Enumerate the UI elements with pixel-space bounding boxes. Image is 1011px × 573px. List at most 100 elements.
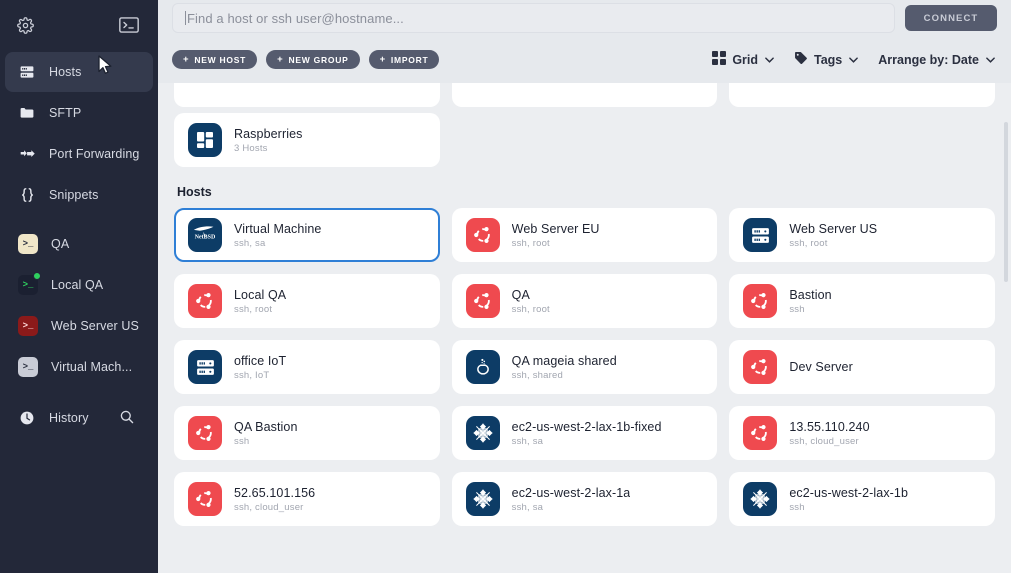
host-card[interactable]: Dev Server (729, 340, 995, 394)
card-subtitle: ssh (789, 502, 908, 513)
terminal-icon: >_ (18, 357, 38, 377)
sidebar-session-local-qa[interactable]: >_ Local QA (5, 265, 153, 305)
new-host-label: NEW HOST (194, 55, 246, 65)
groups-grid: Raspberries 3 Hosts (174, 113, 995, 167)
import-button[interactable]: + IMPORT (369, 50, 440, 69)
settings-gear-icon[interactable] (14, 14, 36, 36)
terminal-icon: >_ (18, 275, 38, 295)
host-card[interactable]: NetBSD Virtual Machinessh, sa (174, 208, 440, 262)
view-mode-dropdown[interactable]: Grid (712, 51, 774, 68)
sidebar-item-sftp[interactable]: SFTP (5, 93, 153, 133)
server-icon (743, 218, 777, 252)
search-bar-row: Find a host or ssh user@hostname... CONN… (158, 0, 1011, 36)
card-title: Virtual Machine (234, 222, 321, 236)
host-card[interactable]: Local QAssh, root (174, 274, 440, 328)
card-subtitle: 3 Hosts (234, 143, 303, 154)
online-status-dot (33, 272, 41, 280)
search-icon[interactable] (119, 409, 135, 428)
sidebar-item-label: Port Forwarding (49, 147, 139, 161)
app-window: Hosts SFTP Port Forward (0, 0, 1011, 573)
sidebar-item-port-forwarding[interactable]: Port Forwarding (5, 134, 153, 174)
sidebar-session-qa[interactable]: >_ QA (5, 224, 153, 264)
card-subtitle: ssh, cloud_user (789, 436, 869, 447)
host-card[interactable]: QAssh, root (452, 274, 718, 328)
connect-button[interactable]: CONNECT (905, 5, 997, 31)
sidebar-session-virtual-machine[interactable]: >_ Virtual Mach... (5, 347, 153, 387)
card-subtitle: ssh, sa (512, 502, 631, 513)
new-host-button[interactable]: + NEW HOST (172, 50, 257, 69)
host-card[interactable]: ec2-us-west-2-lax-1assh, sa (452, 472, 718, 526)
ubuntu-icon (743, 416, 777, 450)
card-subtitle: ssh, sa (512, 436, 662, 447)
sidebar-item-snippets[interactable]: Snippets (5, 175, 153, 215)
vertical-scrollbar[interactable] (1004, 122, 1008, 282)
chevron-down-icon (765, 55, 774, 65)
chevron-down-icon (986, 55, 995, 65)
sidebar-session-web-server-us[interactable]: >_ Web Server US (5, 306, 153, 346)
card-title: ec2-us-west-2-lax-1b (789, 486, 908, 500)
host-card[interactable]: Web Server US ssh, root (729, 208, 995, 262)
card-title: Raspberries (234, 127, 303, 141)
raspberry-group-icon (188, 123, 222, 157)
card-text: Virtual Machinessh, sa (234, 222, 321, 249)
host-card[interactable]: ec2-us-west-2-lax-1b-fixed ssh, sa (452, 406, 718, 460)
arrange-by-dropdown[interactable]: Arrange by: Date (878, 53, 995, 67)
host-card[interactable]: 52.65.101.156ssh, cloud_user (174, 472, 440, 526)
clock-icon (18, 409, 36, 427)
sidebar-sessions: >_ QA >_ Local QA >_ Web Server US >_ Vi… (0, 224, 158, 388)
ubuntu-icon (743, 350, 777, 384)
host-card[interactable]: Web Server EUssh, root (452, 208, 718, 262)
group-card[interactable] (729, 83, 995, 107)
ubuntu-icon (743, 284, 777, 318)
new-group-label: NEW GROUP (288, 55, 348, 65)
host-card[interactable]: office IoTssh, IoT (174, 340, 440, 394)
card-text: Raspberries 3 Hosts (234, 127, 303, 154)
host-card[interactable]: QA Bastionssh (174, 406, 440, 460)
card-text: 13.55.110.240 ssh, cloud_user (789, 420, 869, 447)
terminal-icon: >_ (18, 234, 38, 254)
sidebar-item-hosts[interactable]: Hosts (5, 52, 153, 92)
card-text: Local QAssh, root (234, 288, 286, 315)
card-subtitle: ssh (789, 304, 831, 315)
toolbar: + NEW HOST + NEW GROUP + IMPORT (158, 36, 1011, 83)
groups-grid-partial (174, 83, 995, 107)
host-card[interactable]: ec2-us-west-2-lax-1b ssh (729, 472, 995, 526)
sidebar-session-label: Local QA (51, 278, 103, 292)
braces-icon (18, 186, 36, 204)
host-card[interactable]: Bastion ssh (729, 274, 995, 328)
search-input[interactable]: Find a host or ssh user@hostname... (172, 3, 895, 33)
card-text: 52.65.101.156ssh, cloud_user (234, 486, 315, 513)
sidebar-session-label: QA (51, 237, 69, 251)
group-card[interactable] (174, 83, 440, 107)
card-text: ec2-us-west-2-lax-1b-fixed ssh, sa (512, 420, 662, 447)
import-label: IMPORT (391, 55, 429, 65)
card-title: Web Server US (789, 222, 877, 236)
card-text: QAssh, root (512, 288, 550, 315)
host-card[interactable]: QA mageia sharedssh, shared (452, 340, 718, 394)
content-scroll-area[interactable]: Raspberries 3 Hosts Hosts NetBSDVirtual … (158, 83, 1011, 573)
card-subtitle: ssh, root (789, 238, 877, 249)
card-title: QA Bastion (234, 420, 298, 434)
group-card[interactable] (452, 83, 718, 107)
sidebar-item-label: History (49, 411, 89, 425)
sidebar-item-history[interactable]: History (5, 398, 153, 438)
card-text: Web Server US ssh, root (789, 222, 877, 249)
host-card[interactable]: 13.55.110.240 ssh, cloud_user (729, 406, 995, 460)
card-title: ec2-us-west-2-lax-1b-fixed (512, 420, 662, 434)
sidebar-item-label: SFTP (49, 106, 81, 120)
new-group-button[interactable]: + NEW GROUP (266, 50, 359, 69)
svg-text:NetBSD: NetBSD (195, 234, 216, 240)
card-title: Bastion (789, 288, 831, 302)
card-title: 13.55.110.240 (789, 420, 869, 434)
server-rack-icon (18, 63, 36, 81)
view-mode-label: Grid (732, 53, 758, 67)
centos-icon (743, 482, 777, 516)
plus-icon: + (277, 54, 283, 65)
card-subtitle: ssh, root (512, 238, 600, 249)
group-card-raspberries[interactable]: Raspberries 3 Hosts (174, 113, 440, 167)
folder-icon (18, 104, 36, 122)
terminal-icon[interactable] (118, 14, 140, 36)
card-subtitle: ssh, shared (512, 370, 617, 381)
tags-dropdown[interactable]: Tags (794, 51, 858, 68)
terminal-icon: >_ (18, 316, 38, 336)
